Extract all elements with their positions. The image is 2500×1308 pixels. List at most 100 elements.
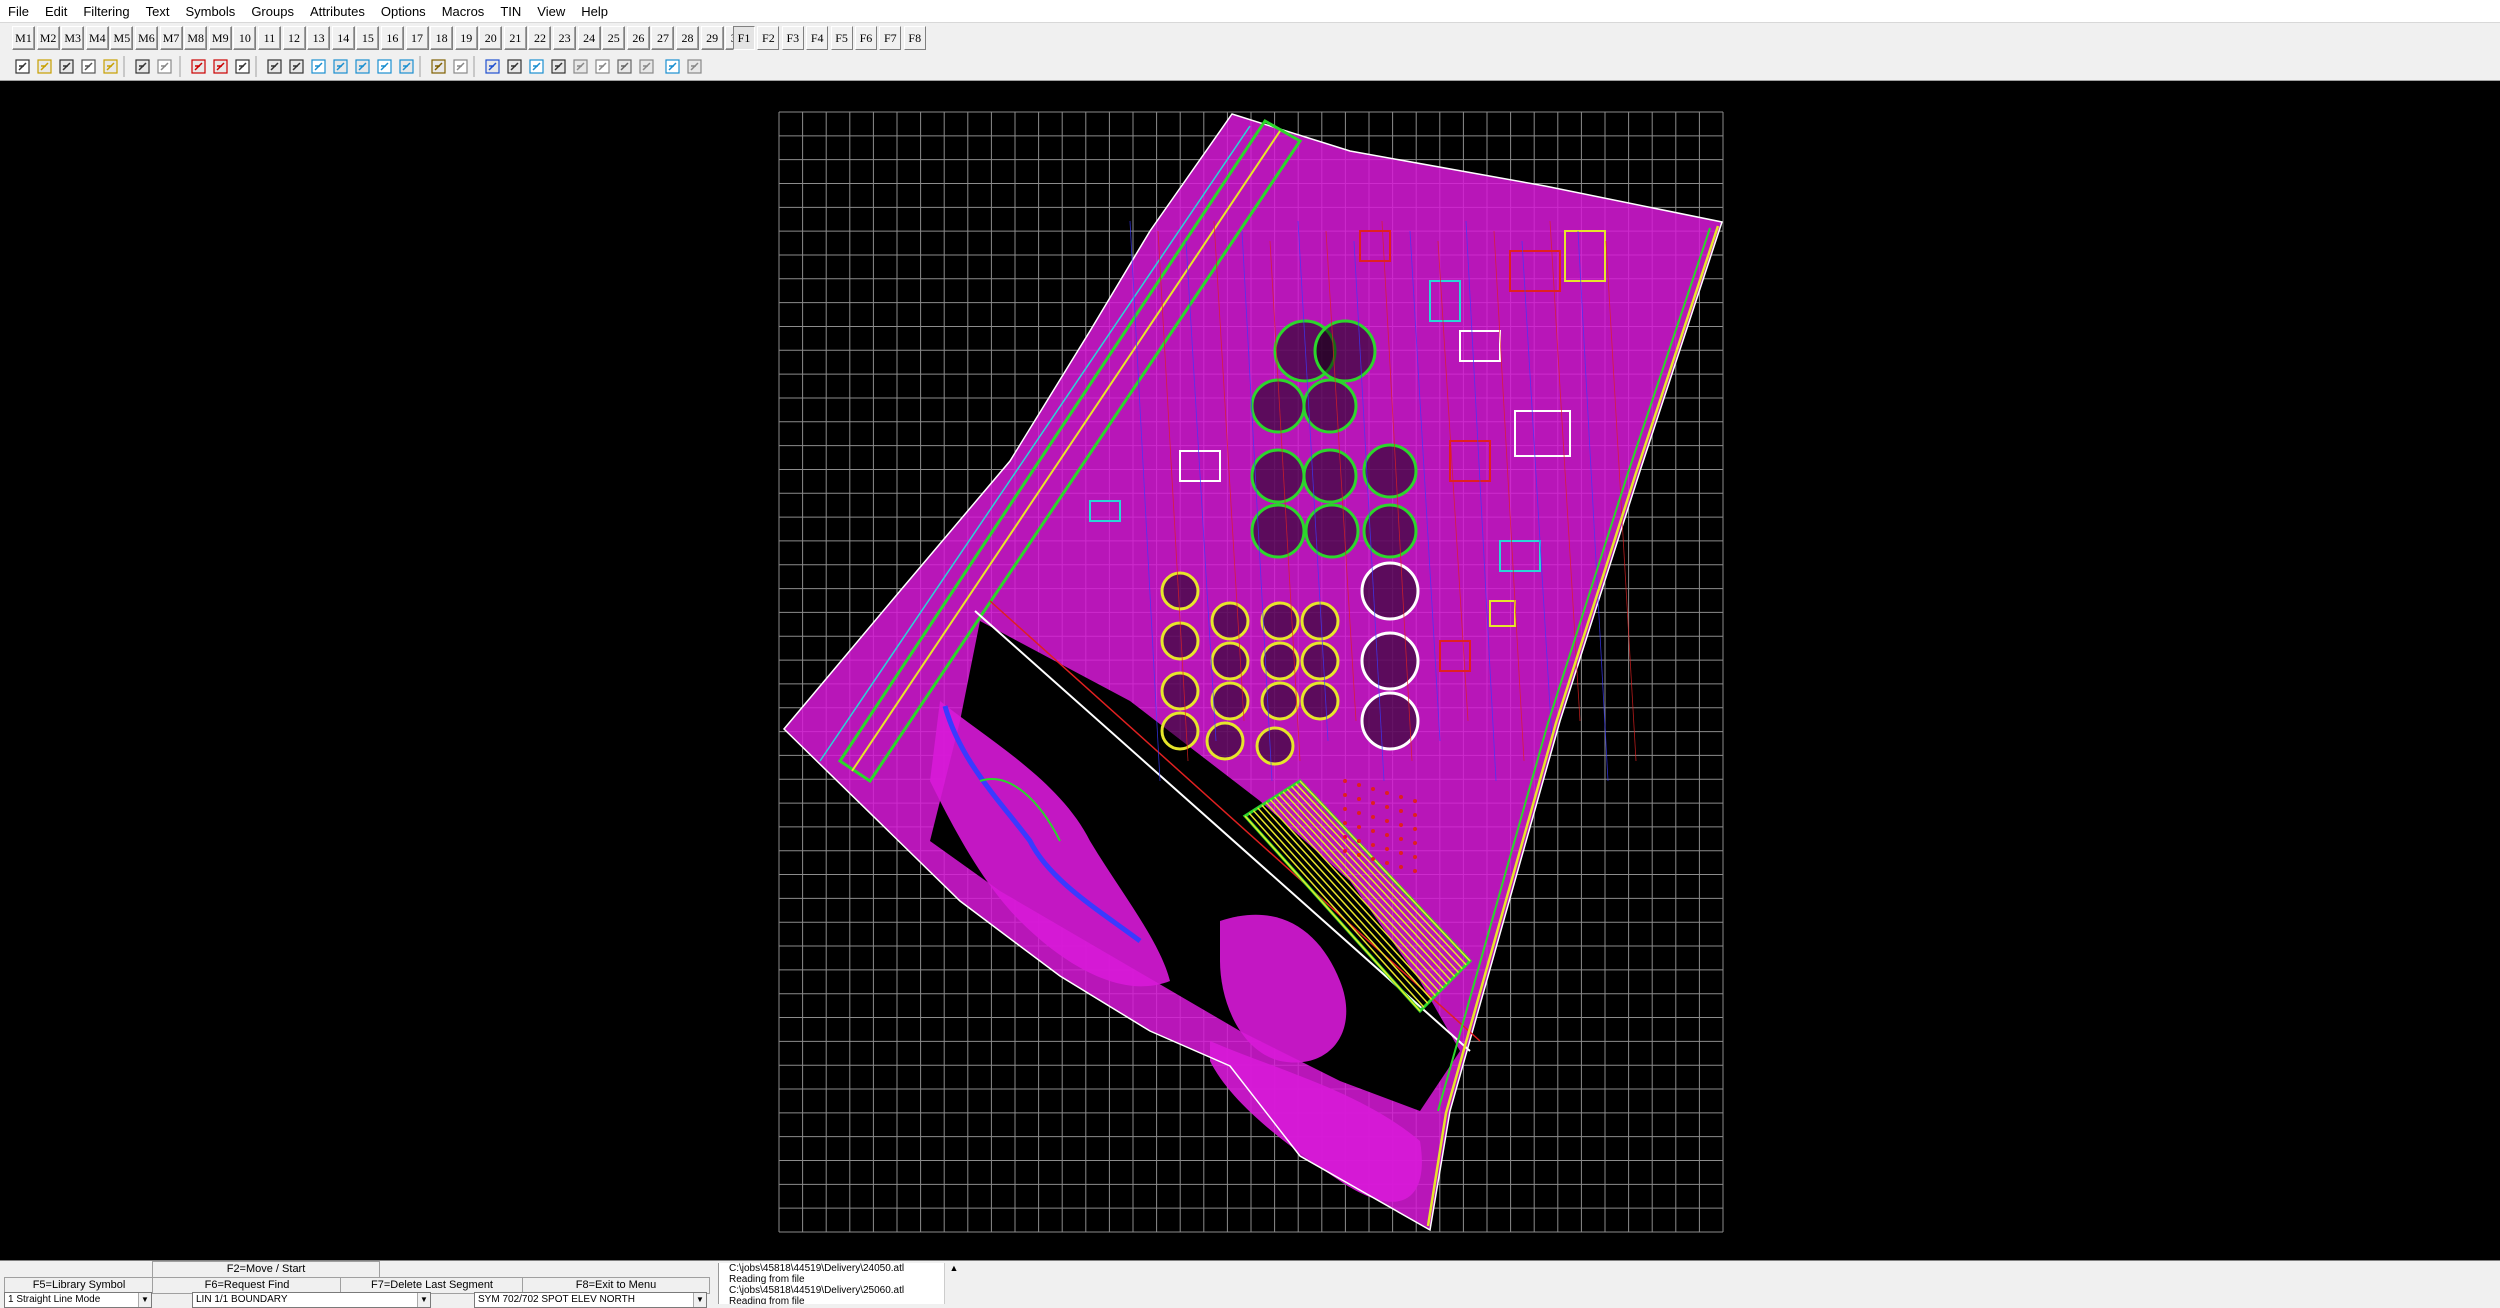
red-dot bbox=[1343, 835, 1347, 839]
cad-drawing[interactable] bbox=[0, 81, 2500, 1260]
redo-icon[interactable] bbox=[157, 59, 172, 74]
macro-button-11[interactable]: 11 bbox=[257, 26, 281, 50]
delete-x-icon[interactable] bbox=[213, 59, 228, 74]
f2-move-start-label[interactable]: F2=Move / Start bbox=[152, 1261, 380, 1278]
red-dot bbox=[1385, 833, 1389, 837]
macro-button-15[interactable]: 15 bbox=[356, 26, 380, 50]
zoom-window-icon[interactable] bbox=[311, 59, 326, 74]
dots-icon[interactable] bbox=[639, 59, 654, 74]
macro-button-18[interactable]: 18 bbox=[430, 26, 454, 50]
macro-button-m4[interactable]: M4 bbox=[85, 26, 109, 50]
menu-attributes[interactable]: Attributes bbox=[302, 2, 373, 22]
menu-edit[interactable]: Edit bbox=[37, 2, 75, 22]
pan-icon[interactable] bbox=[377, 59, 392, 74]
menu-groups[interactable]: Groups bbox=[243, 2, 302, 22]
function-button-f1[interactable]: F1 bbox=[733, 26, 755, 50]
macro-button-23[interactable]: 23 bbox=[553, 26, 577, 50]
menu-tin[interactable]: TIN bbox=[492, 2, 529, 22]
red-dot bbox=[1371, 843, 1375, 847]
menu-options[interactable]: Options bbox=[373, 2, 434, 22]
symbol-select[interactable]: SYM 702/702 SPOT ELEV NORTH ▼ bbox=[474, 1292, 707, 1308]
macro-button-21[interactable]: 21 bbox=[503, 26, 527, 50]
grid-icon[interactable] bbox=[191, 59, 206, 74]
undo-icon[interactable] bbox=[135, 59, 150, 74]
storage-tank bbox=[1302, 378, 1358, 434]
save-icon[interactable] bbox=[59, 59, 74, 74]
macro-button-12[interactable]: 12 bbox=[282, 26, 306, 50]
point-icon[interactable] bbox=[573, 59, 588, 74]
move-icon[interactable] bbox=[485, 59, 500, 74]
zoom-extents-icon[interactable] bbox=[333, 59, 348, 74]
macro-button-m5[interactable]: M5 bbox=[110, 26, 134, 50]
macro-button-24[interactable]: 24 bbox=[577, 26, 601, 50]
symbol-icon[interactable] bbox=[551, 59, 566, 74]
chevron-down-icon[interactable]: ▼ bbox=[693, 1293, 706, 1307]
menu-help[interactable]: Help bbox=[573, 2, 616, 22]
macro-button-29[interactable]: 29 bbox=[700, 26, 724, 50]
menu-view[interactable]: View bbox=[529, 2, 573, 22]
log-scrollbar[interactable]: ▲ bbox=[944, 1263, 963, 1304]
zoom-out-icon[interactable] bbox=[289, 59, 304, 74]
red-dot bbox=[1343, 821, 1347, 825]
macro-button-17[interactable]: 17 bbox=[405, 26, 429, 50]
chevron-down-icon[interactable]: ▼ bbox=[138, 1293, 151, 1307]
macro-button-19[interactable]: 19 bbox=[454, 26, 478, 50]
zoom-previous-icon[interactable] bbox=[355, 59, 370, 74]
red-dot bbox=[1343, 807, 1347, 811]
menu-macros[interactable]: Macros bbox=[434, 2, 493, 22]
macro-button-25[interactable]: 25 bbox=[602, 26, 626, 50]
tin-icon[interactable] bbox=[665, 59, 680, 74]
layer-icon[interactable] bbox=[529, 59, 544, 74]
arrow-icon[interactable] bbox=[235, 59, 250, 74]
speaker-icon[interactable] bbox=[103, 59, 118, 74]
zoom-in-icon[interactable] bbox=[267, 59, 282, 74]
macro-button-m3[interactable]: M3 bbox=[61, 26, 85, 50]
function-button-f8[interactable]: F8 bbox=[903, 26, 926, 50]
macro-toolbar: M1 M2 M3 M4 M5 M6 M7 M8 M9 10 11 12 13 14 15 16 17 18 19 20… bbox=[0, 23, 2500, 53]
new-file-icon[interactable] bbox=[15, 59, 30, 74]
line-mode-select[interactable]: 1 Straight Line Mode ▼ bbox=[4, 1292, 152, 1308]
macro-button-14[interactable]: 14 bbox=[331, 26, 355, 50]
macro-button-27[interactable]: 27 bbox=[651, 26, 675, 50]
function-button-f3[interactable]: F3 bbox=[781, 26, 804, 50]
menu-text[interactable]: Text bbox=[138, 2, 178, 22]
macro-button-10[interactable]: 10 bbox=[233, 26, 257, 50]
red-dot bbox=[1357, 853, 1361, 857]
macro-button-22[interactable]: 22 bbox=[528, 26, 552, 50]
status-bar: F2=Move / Start F5=Library Symbol F6=Req… bbox=[0, 1260, 2500, 1308]
red-dot bbox=[1357, 797, 1361, 801]
help-query-icon[interactable] bbox=[453, 59, 468, 74]
macro-button-m7[interactable]: M7 bbox=[159, 26, 183, 50]
settings-icon[interactable] bbox=[687, 59, 702, 74]
macro-button-m9[interactable]: M9 bbox=[208, 26, 232, 50]
function-button-f7[interactable]: F7 bbox=[879, 26, 902, 50]
macro-button-m6[interactable]: M6 bbox=[134, 26, 158, 50]
storage-tank bbox=[1160, 571, 1200, 611]
function-button-f6[interactable]: F6 bbox=[854, 26, 877, 50]
function-button-f2[interactable]: F2 bbox=[757, 26, 780, 50]
function-button-f4[interactable]: F4 bbox=[806, 26, 829, 50]
menu-filtering[interactable]: Filtering bbox=[75, 2, 137, 22]
macro-button-m2[interactable]: M2 bbox=[36, 26, 60, 50]
function-button-f5[interactable]: F5 bbox=[830, 26, 853, 50]
chevron-down-icon[interactable]: ▼ bbox=[417, 1293, 430, 1307]
macro-button-16[interactable]: 16 bbox=[380, 26, 404, 50]
query-icon[interactable] bbox=[431, 59, 446, 74]
menu-symbols[interactable]: Symbols bbox=[177, 2, 243, 22]
redraw-icon[interactable] bbox=[399, 59, 414, 74]
macro-button-28[interactable]: 28 bbox=[676, 26, 700, 50]
rotate-icon[interactable] bbox=[507, 59, 522, 74]
macro-button-m8[interactable]: M8 bbox=[184, 26, 208, 50]
line-mode-value: 1 Straight Line Mode bbox=[8, 1294, 101, 1305]
open-folder-icon[interactable] bbox=[37, 59, 52, 74]
ortho-icon[interactable] bbox=[617, 59, 632, 74]
macro-button-26[interactable]: 26 bbox=[626, 26, 650, 50]
macro-button-20[interactable]: 20 bbox=[479, 26, 503, 50]
print-icon[interactable] bbox=[81, 59, 96, 74]
menu-file[interactable]: File bbox=[0, 2, 37, 22]
macro-button-m1[interactable]: M1 bbox=[12, 26, 35, 50]
macro-button-13[interactable]: 13 bbox=[307, 26, 331, 50]
snap-icon[interactable] bbox=[595, 59, 610, 74]
layer-select[interactable]: LIN 1/1 BOUNDARY ▼ bbox=[192, 1292, 431, 1308]
drawing-canvas[interactable] bbox=[0, 81, 2500, 1260]
